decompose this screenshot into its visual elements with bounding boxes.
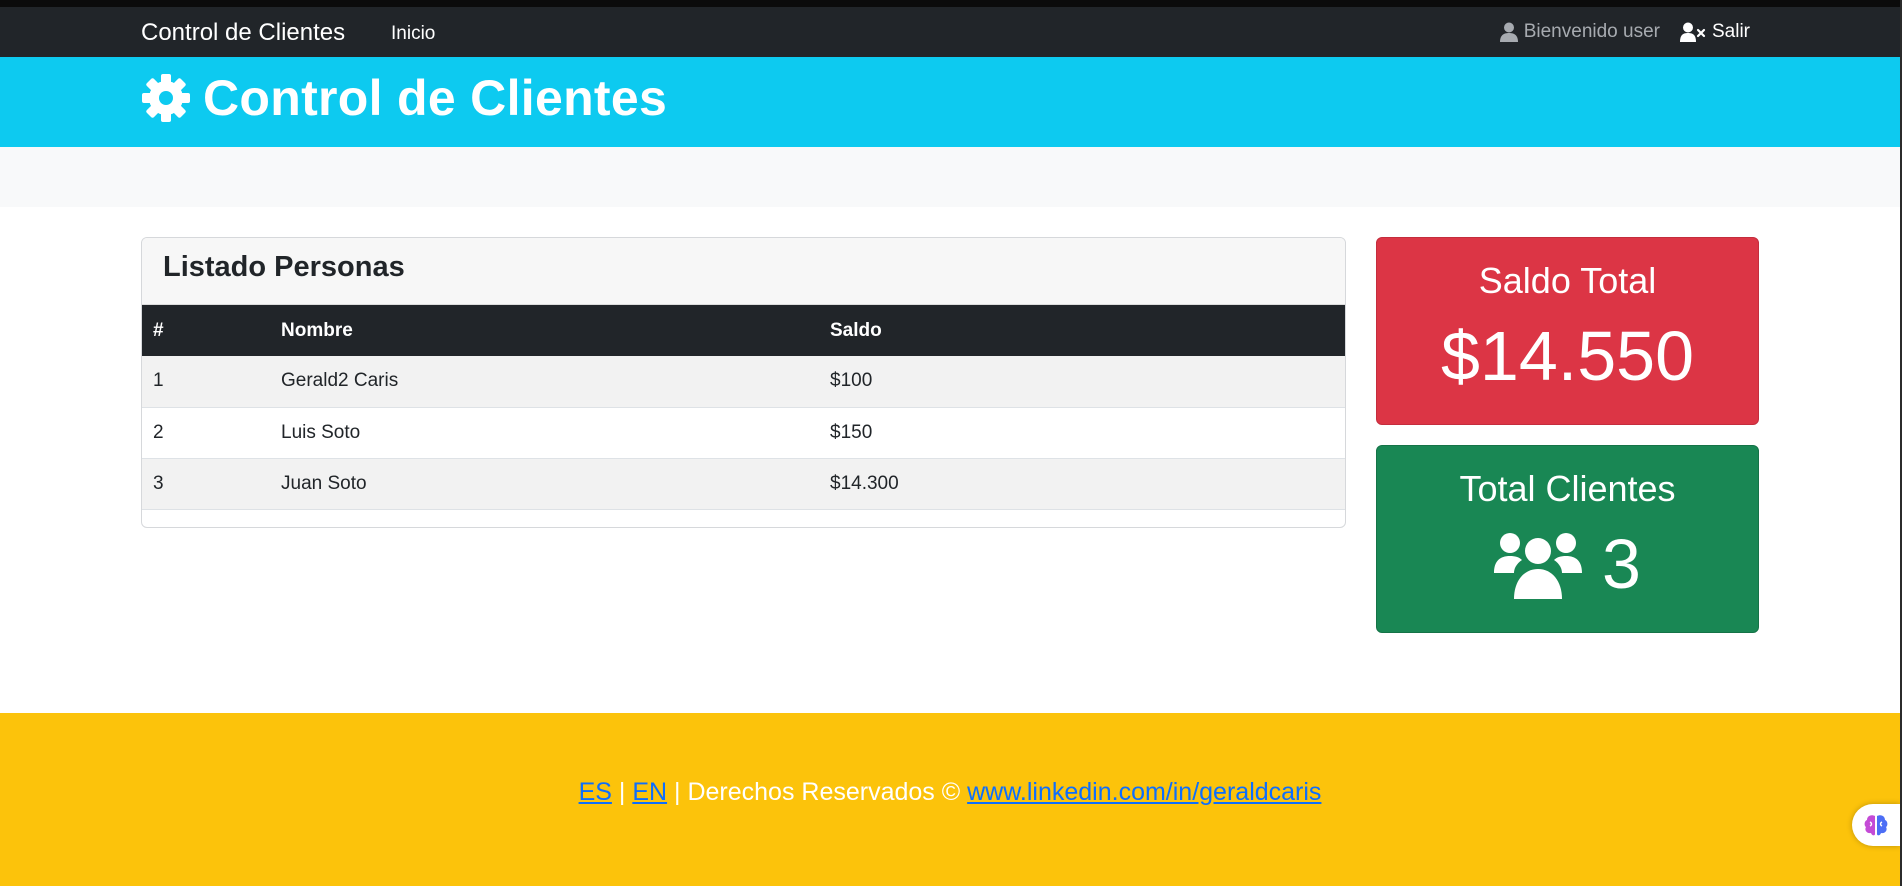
page-footer: ES | EN | Derechos Reservados © www.link…	[0, 713, 1900, 886]
lang-es-link[interactable]: ES	[579, 778, 612, 806]
user-icon	[1499, 22, 1518, 42]
cell-balance: $100	[830, 370, 873, 392]
cell-name: Luis Soto	[281, 421, 361, 443]
card-header: Listado Personas	[142, 238, 1345, 305]
table-row: 2 Luis Soto $150	[142, 407, 1345, 458]
window-top-strip	[0, 0, 1902, 7]
user-xmark-icon	[1679, 22, 1706, 42]
clients-list-card: Listado Personas # Nombre Saldo 1 Gerald…	[141, 237, 1346, 528]
brain-icon	[1864, 815, 1888, 836]
linkedin-link[interactable]: www.linkedin.com/in/geraldcaris	[967, 778, 1321, 806]
logout-link[interactable]: Salir	[1679, 21, 1750, 43]
users-icon	[1494, 533, 1583, 599]
table-row: 1 Gerald2 Caris $100	[142, 356, 1345, 407]
footer-separator: |	[618, 778, 626, 806]
cell-name: Gerald2 Caris	[281, 370, 399, 392]
page-title: Control de Clientes	[141, 69, 667, 127]
cell-id: 2	[153, 421, 164, 443]
cell-name: Juan Soto	[281, 472, 367, 494]
total-balance-title: Saldo Total	[1478, 260, 1657, 301]
card-title: Listado Personas	[163, 251, 405, 283]
logout-label: Salir	[1711, 21, 1750, 42]
navbar-user-area: Bienvenido user Salir	[1499, 21, 1750, 43]
welcome-label: Bienvenido user	[1523, 21, 1660, 42]
total-clients-value: 3	[1602, 525, 1641, 603]
footer-rights: | Derechos Reservados ©	[674, 778, 961, 806]
gear-icon	[142, 74, 190, 122]
assistant-bubble[interactable]	[1852, 804, 1900, 846]
total-clients-card: Total Clientes 3	[1376, 445, 1759, 633]
navbar-brand[interactable]: Control de Clientes	[141, 19, 345, 47]
table-header-row: # Nombre Saldo	[142, 305, 1345, 356]
cell-balance: $14.300	[830, 472, 899, 494]
subheader-strip	[0, 147, 1900, 207]
cell-id: 3	[153, 472, 164, 494]
table-row: 3 Juan Soto $14.300	[142, 458, 1345, 509]
page-title-text: Control de Clientes	[203, 70, 668, 126]
page-header: Control de Clientes	[0, 57, 1900, 147]
navbar: Control de Clientes Inicio Bienvenido us…	[0, 7, 1900, 57]
total-balance-value: $14.550	[1440, 317, 1695, 395]
nav-link-home[interactable]: Inicio	[391, 23, 435, 45]
column-header-balance: Saldo	[830, 319, 882, 341]
clients-table: # Nombre Saldo 1 Gerald2 Caris $100 2 Lu…	[142, 305, 1345, 510]
total-clients-row: 3	[1377, 524, 1758, 604]
lang-en-link[interactable]: EN	[632, 778, 667, 806]
column-header-number: #	[153, 319, 164, 341]
cell-balance: $150	[830, 421, 873, 443]
column-header-name: Nombre	[281, 319, 353, 341]
footer-text: ES | EN | Derechos Reservados © www.link…	[0, 778, 1900, 807]
welcome-user[interactable]: Bienvenido user	[1499, 21, 1660, 43]
total-balance-card: Saldo Total $14.550	[1376, 237, 1759, 425]
total-clients-title: Total Clientes	[1459, 468, 1676, 509]
cell-id: 1	[153, 370, 164, 392]
